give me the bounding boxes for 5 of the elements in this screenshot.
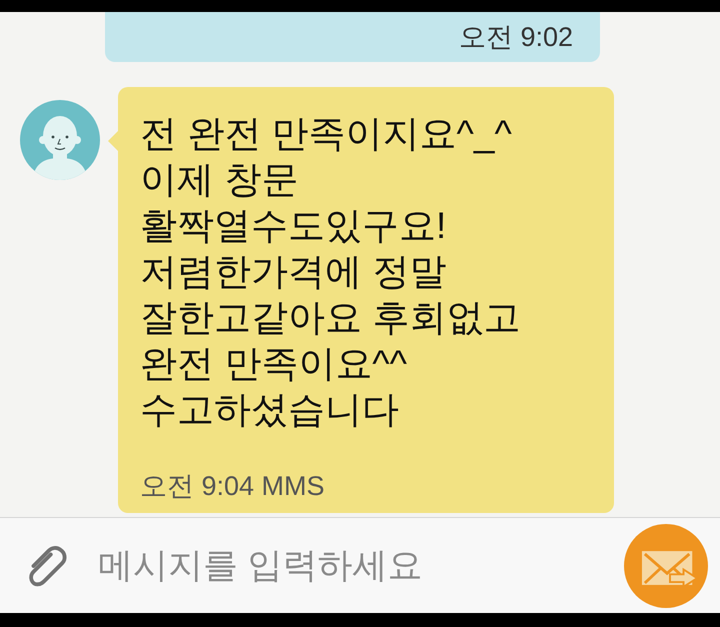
message-text: 전 완전 만족이지요^_^ 이제 창문 활짝열수도있구요! 저렴한가격에 정말 잘한고같아요 후회없고 완전 만족이요^^ 수고하셨습니다 (140, 112, 520, 432)
message-input[interactable]: 메시지를 입력하세요 (98, 538, 614, 594)
message-time: 오전 9:02 (458, 21, 573, 53)
message-time: 오전 9:04 MMS (140, 470, 325, 502)
avatar-icon (20, 100, 100, 180)
